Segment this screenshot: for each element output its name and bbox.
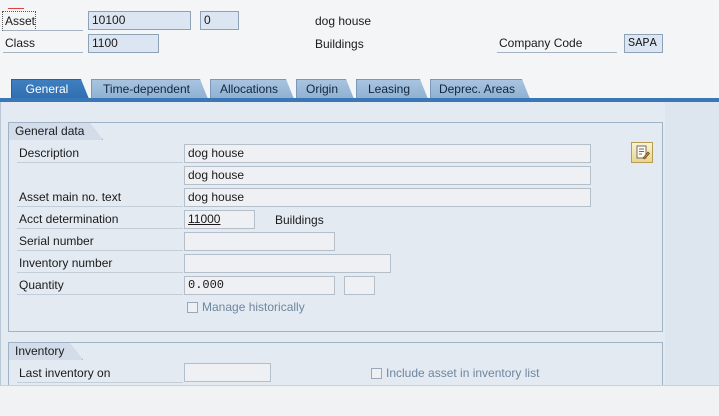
description-field-1[interactable]: dog house — [184, 144, 591, 163]
asset-description-text: dog house — [315, 14, 372, 28]
description-field-2[interactable]: dog house — [184, 166, 591, 185]
tab-time-dependent[interactable]: Time-dependent — [91, 79, 208, 99]
class-description-text: Buildings — [315, 37, 364, 51]
inventory-number-label: Inventory number — [17, 254, 183, 273]
asset-class-field[interactable]: 1100 — [88, 34, 159, 53]
acct-determination-text: Buildings — [275, 213, 324, 227]
quantity-label: Quantity — [17, 276, 183, 295]
inventory-number-field[interactable] — [184, 254, 391, 273]
serial-number-label: Serial number — [17, 232, 183, 251]
asset-number-field[interactable]: 10100 — [88, 11, 191, 30]
asset-main-text-label: Asset main no. text — [17, 188, 183, 207]
description-label: Description — [17, 144, 183, 163]
tab-origin[interactable]: Origin — [296, 79, 354, 99]
include-inventory-checkbox[interactable] — [371, 368, 382, 379]
quantity-field[interactable]: 0.000 — [184, 276, 335, 295]
manage-historically-label: Manage historically — [202, 300, 305, 314]
last-inventory-label: Last inventory on — [17, 364, 183, 383]
status-footer — [0, 385, 719, 416]
tab-leasing[interactable]: Leasing — [356, 79, 428, 99]
asset-main-text-field[interactable]: dog house — [184, 188, 591, 207]
manage-historically-checkbox[interactable] — [187, 302, 198, 313]
inventory-title: Inventory — [8, 342, 83, 360]
general-data-title: General data — [8, 122, 103, 140]
class-label: Class — [3, 34, 83, 53]
right-scroll-area — [665, 102, 719, 385]
tab-general[interactable]: General — [11, 79, 89, 99]
company-code-field[interactable]: SAPA — [624, 34, 663, 53]
tab-allocations[interactable]: Allocations — [210, 79, 294, 99]
long-text-edit-icon — [636, 145, 650, 160]
long-text-button[interactable] — [631, 142, 653, 163]
quantity-unit-field[interactable] — [344, 276, 375, 295]
last-inventory-field[interactable] — [184, 363, 271, 382]
tab-deprec-areas[interactable]: Deprec. Areas — [430, 79, 530, 99]
asset-label-marker — [8, 8, 24, 9]
acct-determination-field[interactable]: 11000 — [184, 210, 255, 229]
acct-determination-label: Acct determination — [17, 210, 183, 229]
company-code-label: Company Code — [497, 34, 617, 53]
asset-subnumber-field[interactable]: 0 — [200, 11, 239, 30]
serial-number-field[interactable] — [184, 232, 335, 251]
acct-determination-value: 11000 — [188, 212, 221, 226]
include-inventory-label: Include asset in inventory list — [386, 366, 540, 380]
asset-label: Asset — [3, 12, 83, 31]
